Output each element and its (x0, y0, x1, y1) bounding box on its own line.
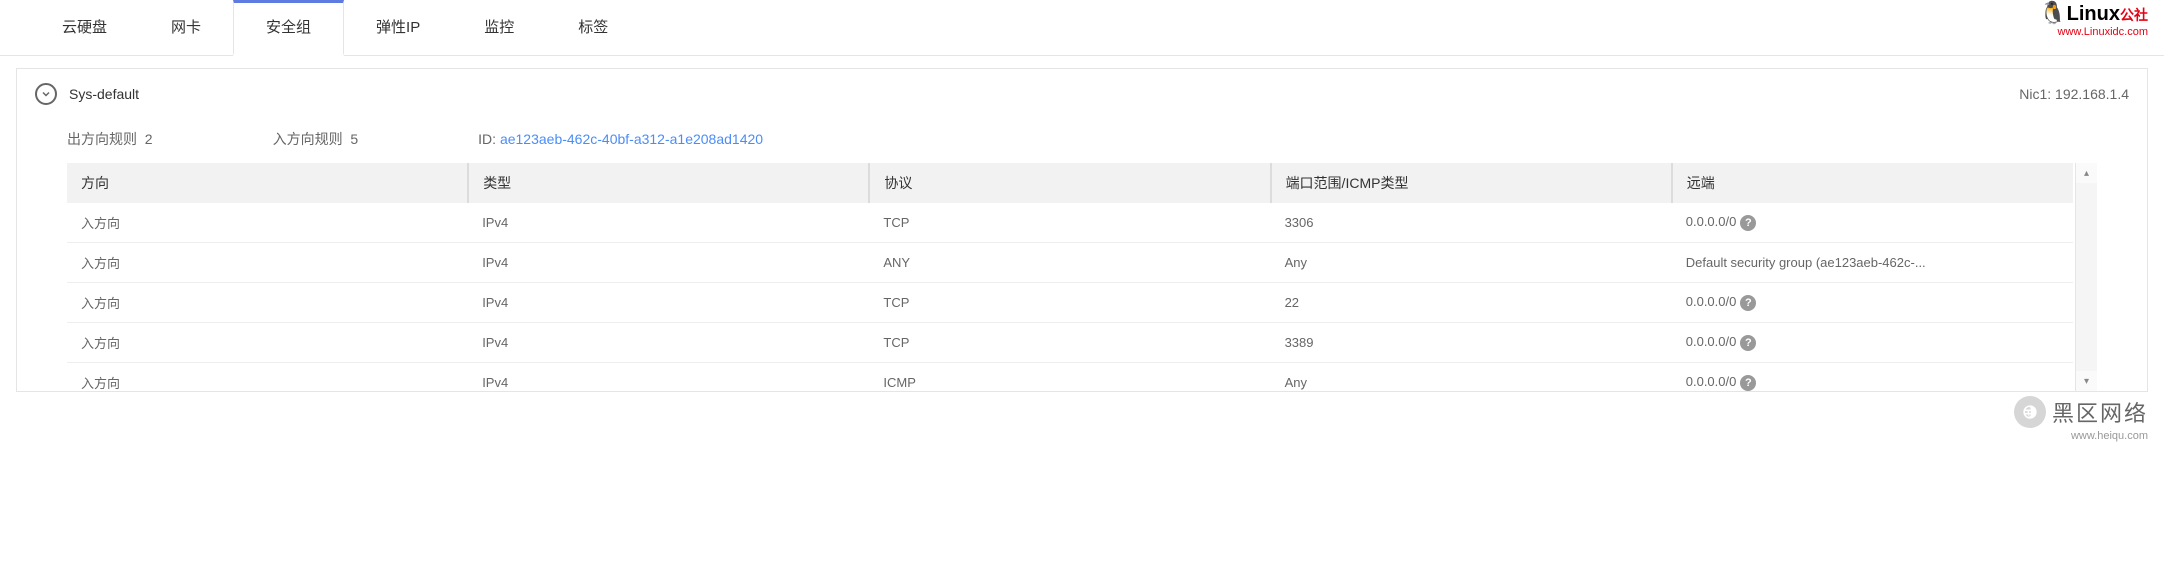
help-icon[interactable]: ? (1740, 295, 1756, 311)
top-brand-url: www.Linuxidc.com (2058, 26, 2148, 38)
col-type: 类型 (468, 163, 869, 203)
rules-table: 方向 类型 协议 端口范围/ICMP类型 远端 入方向IPv4TCP33060.… (67, 163, 2073, 391)
tab-nic[interactable]: 网卡 (139, 0, 233, 56)
group-id-link[interactable]: ae123aeb-462c-40bf-a312-a1e208ad1420 (500, 131, 763, 147)
col-port-range: 端口范围/ICMP类型 (1271, 163, 1672, 203)
table-row: 入方向IPv4ICMPAny0.0.0.0/0? (67, 363, 2073, 392)
help-icon[interactable]: ? (1740, 215, 1756, 231)
tab-security-group[interactable]: 安全组 (233, 0, 344, 56)
panel-header: Sys-default Nic1: 192.168.1.4 (17, 69, 2147, 119)
outbound-count: 出方向规则 2 (67, 129, 153, 149)
help-icon[interactable]: ? (1740, 375, 1756, 391)
col-remote: 远端 (1672, 163, 2073, 203)
table-row: 入方向IPv4ANYAnyDefault security group (ae1… (67, 243, 2073, 283)
panel-title: Sys-default (69, 86, 139, 102)
group-id: ID: ae123aeb-462c-40bf-a312-a1e208ad1420 (478, 131, 763, 147)
tab-tags[interactable]: 标签 (546, 0, 640, 56)
penguin-icon: 🐧 (2039, 0, 2066, 25)
help-icon[interactable]: ? (1740, 335, 1756, 351)
scroll-down-icon[interactable]: ▾ (2076, 371, 2097, 391)
table-row: 入方向IPv4TCP33890.0.0.0/0? (67, 323, 2073, 363)
tab-cloud-disk[interactable]: 云硬盘 (30, 0, 139, 56)
collapse-toggle-icon[interactable] (35, 83, 57, 105)
scroll-up-icon[interactable]: ▴ (2076, 163, 2097, 183)
globe-icon (2014, 396, 2046, 428)
inbound-count: 入方向规则 5 (273, 129, 359, 149)
tab-eip[interactable]: 弹性IP (344, 0, 452, 56)
table-scrollbar[interactable]: ▴ ▾ (2075, 163, 2097, 391)
col-direction: 方向 (67, 163, 468, 203)
table-row: 入方向IPv4TCP33060.0.0.0/0? (67, 203, 2073, 243)
col-protocol: 协议 (869, 163, 1270, 203)
security-group-panel: Sys-default Nic1: 192.168.1.4 出方向规则 2 入方… (16, 68, 2148, 392)
top-brand-logo: 🐧Linux公社 (2039, 0, 2148, 26)
table-header-row: 方向 类型 协议 端口范围/ICMP类型 远端 (67, 163, 2073, 203)
bottom-brand-logo: 黑区网络 www.heiqu.com (2014, 396, 2148, 428)
nic-info: Nic1: 192.168.1.4 (2019, 86, 2129, 102)
tab-monitor[interactable]: 监控 (452, 0, 546, 56)
table-row: 入方向IPv4TCP220.0.0.0/0? (67, 283, 2073, 323)
rules-summary: 出方向规则 2 入方向规则 5 ID: ae123aeb-462c-40bf-a… (17, 119, 2147, 163)
main-tabs: 云硬盘 网卡 安全组 弹性IP 监控 标签 (0, 0, 2164, 56)
